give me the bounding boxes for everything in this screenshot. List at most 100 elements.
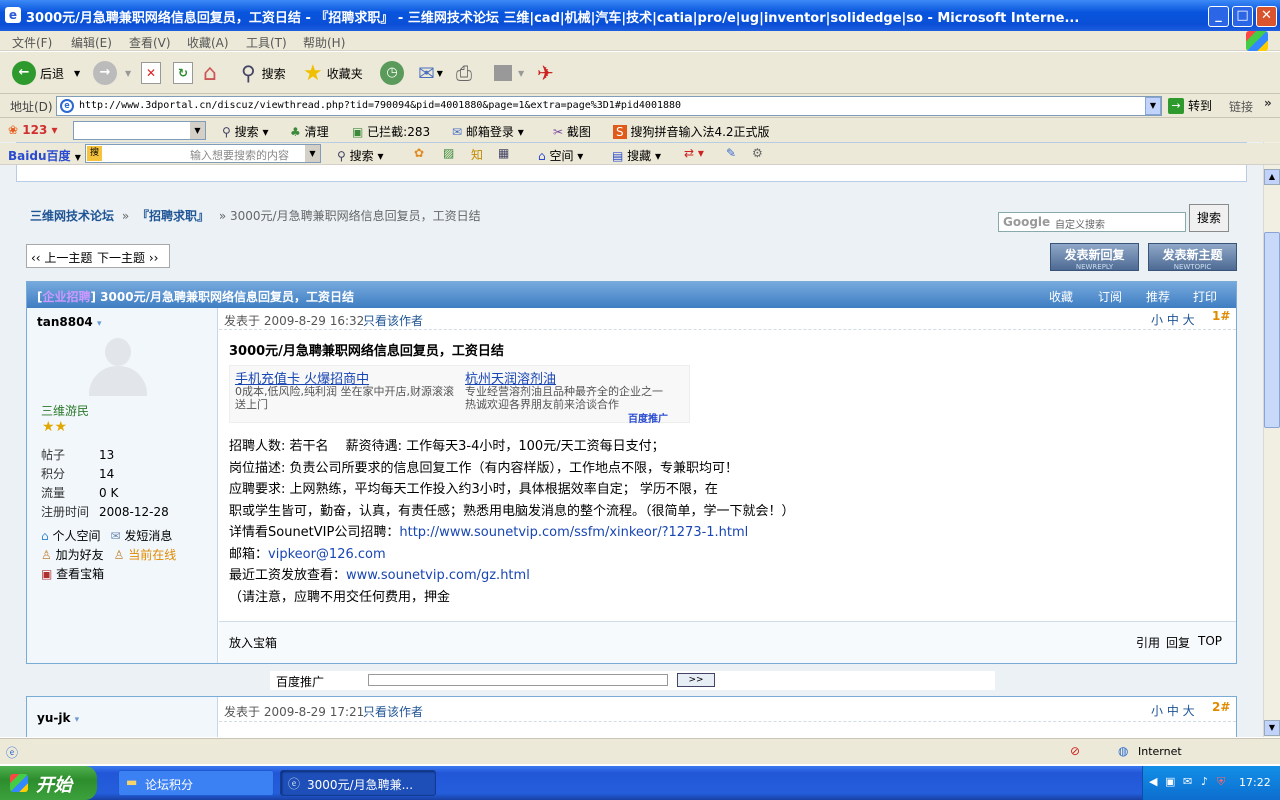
- settings-gear-icon[interactable]: ⚙: [752, 146, 763, 160]
- treasure-button[interactable]: 放入宝箱: [229, 634, 277, 651]
- vertical-scrollbar[interactable]: ▲ ▼: [1263, 142, 1280, 737]
- space-link[interactable]: 个人空间: [52, 527, 110, 546]
- messenger-tray-icon[interactable]: ✉: [1183, 775, 1192, 788]
- scroll-down-button[interactable]: ▼: [1264, 720, 1280, 736]
- forward-arrow-icon: →: [93, 61, 117, 85]
- history-button[interactable]: ◷: [380, 60, 404, 86]
- sogou-search-input[interactable]: ▼: [73, 121, 206, 140]
- menu-edit[interactable]: 编辑(E): [71, 34, 112, 51]
- forward-button[interactable]: → ▼: [93, 60, 131, 86]
- favorite-link[interactable]: 收藏: [1049, 288, 1073, 305]
- reply-button[interactable]: 回复: [1166, 634, 1190, 651]
- messenger-button[interactable]: ✈: [537, 60, 554, 86]
- pen-icon[interactable]: ✎: [726, 146, 736, 160]
- tray-arrow-icon[interactable]: ◀: [1149, 775, 1157, 788]
- grid-icon[interactable]: ▦: [498, 146, 509, 160]
- address-dropdown[interactable]: ▼: [1145, 97, 1161, 115]
- recommend-link[interactable]: 推荐: [1146, 288, 1170, 305]
- menu-view[interactable]: 查看(V): [129, 34, 171, 51]
- menu-tools[interactable]: 工具(T): [246, 34, 287, 51]
- author-name[interactable]: yu-jk ▾: [37, 711, 79, 725]
- chevron-down-icon[interactable]: ▼: [305, 145, 320, 162]
- clock[interactable]: 17:22: [1239, 776, 1271, 789]
- back-button[interactable]: ← 后退 ▼: [12, 60, 80, 86]
- baidu-tool-icon-1[interactable]: ✿: [414, 146, 424, 160]
- google-search-button[interactable]: 搜索: [1189, 204, 1229, 232]
- message-link[interactable]: 发短消息: [124, 529, 172, 543]
- baidu-ad-bar: 百度推广 >>: [270, 671, 995, 690]
- edit-button[interactable]: ▼: [494, 60, 524, 86]
- sogou-screenshot-button[interactable]: ✂ 截图: [553, 123, 591, 140]
- sogou-blocked-button[interactable]: ▣ 已拦截:283: [352, 123, 430, 140]
- baidu-logo[interactable]: Baidu百度 ▼: [8, 147, 81, 164]
- minimize-button[interactable]: _: [1208, 6, 1229, 27]
- breadcrumb-board[interactable]: 『招聘求职』: [137, 209, 209, 223]
- detail-url-link[interactable]: http://www.sounetvip.com/ssfm/xinkeor/?1…: [399, 525, 748, 540]
- prev-thread-link[interactable]: ‹‹ 上一主题: [31, 249, 92, 266]
- top-link[interactable]: TOP: [1198, 634, 1222, 648]
- sogou-ime-button[interactable]: S 搜狗拼音输入法4.2正式版: [613, 123, 770, 140]
- taskbar-task-1[interactable]: ▬ 论坛积分: [118, 770, 274, 796]
- home-icon: ⌂: [41, 529, 49, 543]
- search-button[interactable]: ⚲ 搜索: [241, 60, 286, 86]
- google-search-input[interactable]: Google 自定义搜索: [998, 212, 1186, 232]
- only-author-link[interactable]: 只看该作者: [363, 703, 423, 720]
- start-button[interactable]: 开始: [0, 766, 97, 800]
- scroll-up-button[interactable]: ▲: [1264, 169, 1280, 185]
- favorites-button[interactable]: ★ 收藏夹: [303, 60, 363, 86]
- baidu-search-input[interactable]: 搜 输入想要搜索的内容 ▼: [85, 144, 321, 163]
- menu-file[interactable]: 文件(F): [12, 34, 52, 51]
- stop-button[interactable]: ✕: [141, 60, 161, 86]
- refresh-button[interactable]: ↻: [173, 60, 193, 86]
- subscribe-link[interactable]: 订阅: [1098, 288, 1122, 305]
- email-link[interactable]: vipkeor@126.com: [268, 547, 386, 562]
- pay-url-link[interactable]: www.sounetvip.com/gz.html: [346, 568, 530, 583]
- network-icon[interactable]: ▣: [1165, 775, 1175, 788]
- treasure-link[interactable]: 查看宝箱: [56, 567, 104, 581]
- print-link[interactable]: 打印: [1193, 288, 1217, 305]
- author-name[interactable]: tan8804 ▾: [37, 315, 102, 329]
- chevron-right-icon[interactable]: »: [1264, 96, 1272, 110]
- sogou-mail-button[interactable]: ✉ 邮箱登录 ▾: [452, 123, 524, 140]
- sogou-search-button[interactable]: ⚲ 搜索 ▾: [222, 123, 268, 140]
- print-button[interactable]: ⎙: [456, 60, 472, 86]
- baidu-search-button[interactable]: ⚲ 搜索 ▾: [337, 147, 383, 164]
- sogou-clean-button[interactable]: ♣ 清理: [290, 123, 329, 140]
- quote-button[interactable]: 引用: [1136, 634, 1160, 651]
- popup-blocker-icon[interactable]: ⊘: [1070, 744, 1080, 758]
- menu-bar: 文件(F) 编辑(E) 查看(V) 收藏(A) 工具(T) 帮助(H): [0, 31, 1280, 51]
- security-icon[interactable]: ⛨: [1217, 775, 1225, 789]
- address-input[interactable]: e http://www.3dportal.cn/discuz/viewthre…: [56, 96, 1162, 116]
- image-icon[interactable]: ▨: [443, 146, 454, 160]
- font-size-switch[interactable]: 小 中 大: [1151, 311, 1195, 328]
- taskbar-task-2[interactable]: ⓔ 3000元/月急聘兼...: [280, 770, 436, 796]
- font-size-switch[interactable]: 小 中 大: [1151, 702, 1195, 719]
- home-button[interactable]: ⌂: [203, 60, 217, 86]
- close-button[interactable]: ✕: [1256, 6, 1277, 27]
- breadcrumb-home[interactable]: 三维网技术论坛: [30, 209, 114, 223]
- broom-icon: ♣: [290, 125, 301, 139]
- menu-favorites[interactable]: 收藏(A): [187, 34, 229, 51]
- new-topic-button[interactable]: 发表新主题 NEWTOPIC: [1148, 243, 1237, 271]
- go-button[interactable]: → 转到: [1168, 97, 1212, 114]
- links-label[interactable]: 链接: [1229, 98, 1253, 115]
- baidu-space-button[interactable]: ⌂ 空间 ▾: [538, 147, 583, 164]
- thread-tag[interactable]: 企业招聘: [42, 290, 90, 304]
- translate-icon[interactable]: ⇄ ▾: [684, 146, 704, 160]
- baidu-paw-icon: 搜: [87, 146, 102, 161]
- scroll-thumb[interactable]: [1264, 232, 1280, 428]
- volume-icon[interactable]: ♪: [1201, 775, 1208, 788]
- ad-bar-button[interactable]: >>: [677, 673, 715, 687]
- ad-bar-input[interactable]: [368, 674, 668, 686]
- add-friend-link[interactable]: 加为好友: [56, 546, 114, 565]
- only-author-link[interactable]: 只看该作者: [363, 312, 423, 329]
- mail-button[interactable]: ✉ ▼: [418, 60, 443, 86]
- knowledge-icon[interactable]: 知: [471, 146, 483, 163]
- menu-help[interactable]: 帮助(H): [303, 34, 345, 51]
- maximize-button[interactable]: □: [1232, 6, 1253, 27]
- sogou-logo[interactable]: ❀ 123 ▾: [8, 123, 58, 137]
- chevron-down-icon[interactable]: ▼: [190, 122, 205, 139]
- new-reply-button[interactable]: 发表新回复 NEWREPLY: [1050, 243, 1139, 271]
- baidu-post-button[interactable]: ▤ 搜藏 ▾: [612, 147, 661, 164]
- next-thread-link[interactable]: 下一主题 ››: [97, 249, 158, 266]
